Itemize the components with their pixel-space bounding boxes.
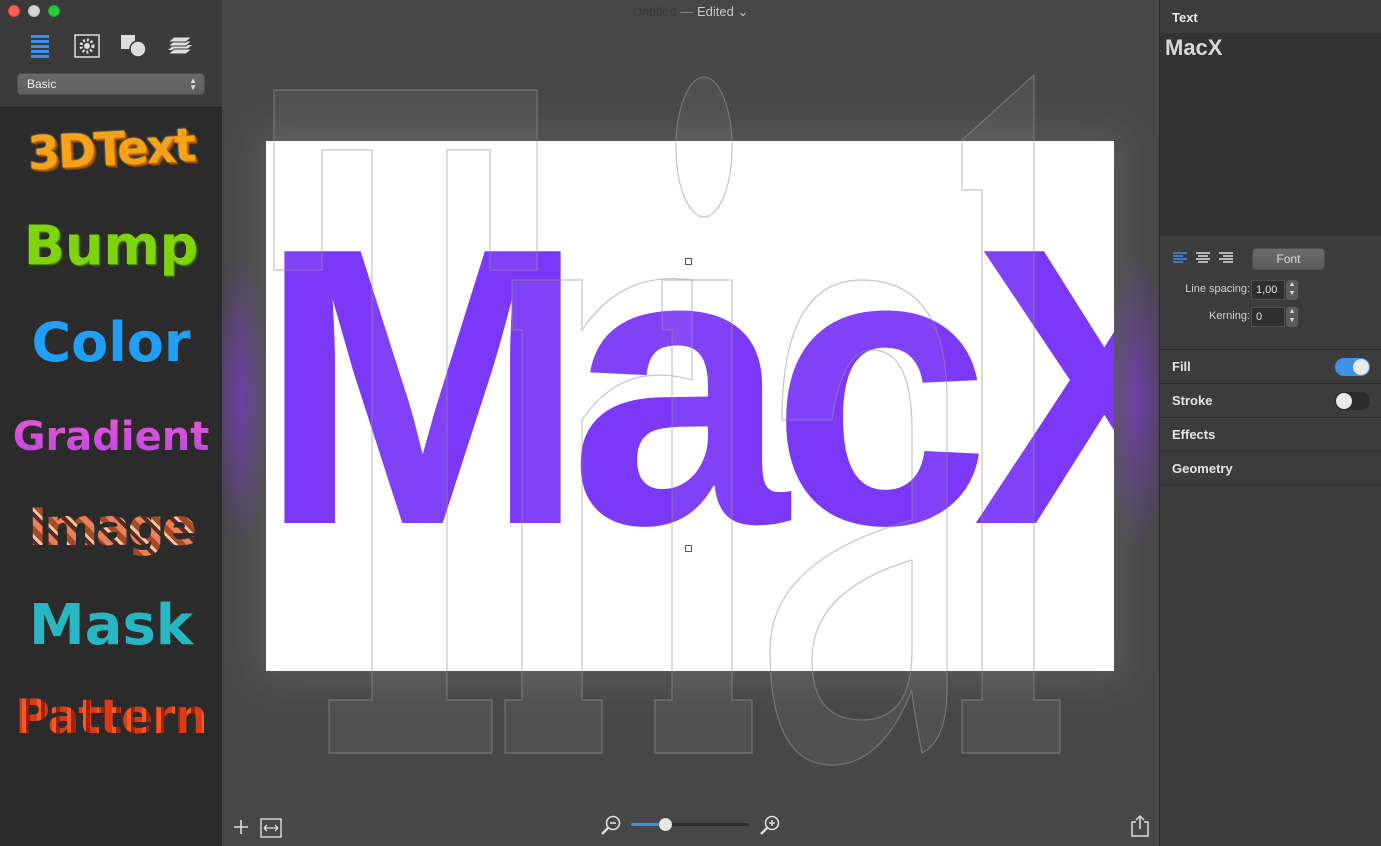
canvas-text-object[interactable]: MacX [266,189,1114,584]
style-pattern[interactable]: Pattern [0,672,222,762]
zoom-slider[interactable] [631,818,749,832]
text-section-header: Text [1172,10,1198,25]
list-icon[interactable] [27,33,55,59]
title-separator: — [680,4,694,19]
layers-icon[interactable] [166,33,194,59]
zoom-in-icon[interactable] [759,814,781,836]
effects-section[interactable]: Effects [1160,417,1381,451]
sidebar-toolbar: Basic ▲ ▼ [0,0,222,108]
select-arrows-icon: ▲ ▼ [189,76,197,92]
document-name: Untitled [632,4,677,19]
kerning-stepper[interactable]: ▲ ▼ [1286,307,1298,327]
zoom-out-icon[interactable] [600,814,622,836]
style-gradient-label: Gradient [12,414,210,460]
style-3dtext[interactable]: 3DText [0,98,224,199]
stroke-toggle[interactable] [1335,392,1370,410]
fit-width-icon[interactable] [260,818,282,838]
line-spacing-field[interactable]: 1,00 [1251,280,1285,300]
preset-category-select[interactable]: Basic ▲ ▼ [17,73,205,95]
zoom-window-button[interactable] [48,5,60,17]
style-gradient[interactable]: Gradient [0,392,222,482]
minimize-window-button[interactable] [28,5,40,17]
stroke-toggle-knob [1336,393,1352,409]
kerning-label: Kerning: [1209,310,1250,322]
fill-label: Fill [1172,359,1191,374]
shapes-icon[interactable] [119,33,147,59]
stroke-label: Stroke [1172,393,1213,408]
style-bump[interactable]: Bump [0,200,222,290]
style-pattern-label: Pattern [15,689,207,745]
fill-section[interactable]: Fill [1160,349,1381,383]
style-3dtext-label: 3DText [26,117,196,181]
line-spacing-stepper[interactable]: ▲ ▼ [1286,280,1298,300]
window-title[interactable]: Untitled — Edited ⌄ [222,4,1159,20]
add-icon[interactable] [232,818,250,836]
document-status: Edited [696,4,734,19]
chevron-down-icon: ⌄ [737,4,749,19]
text-content-field[interactable]: MacX [1160,33,1381,236]
artboard-canvas[interactable]: MacX [266,141,1114,671]
style-bump-label: Bump [23,213,199,277]
line-spacing-label: Line spacing: [1185,283,1250,295]
align-left-icon[interactable] [1172,250,1188,266]
style-color-label: Color [31,310,191,374]
align-center-icon[interactable] [1195,250,1211,266]
resize-handle-top[interactable] [685,258,692,265]
zoom-slider-knob[interactable] [659,818,673,831]
text-shadow-glow-left [222,250,270,550]
fill-toggle[interactable] [1335,358,1370,376]
effects-label: Effects [1172,427,1216,442]
geometry-section[interactable]: Geometry [1160,451,1381,485]
style-mask[interactable]: Mask [0,580,222,670]
align-right-icon[interactable] [1218,250,1234,266]
style-image-label: Image [27,498,195,558]
font-button[interactable]: Font [1252,248,1325,270]
close-window-button[interactable] [8,5,20,17]
document-area: Untitled — Edited ⌄ MacX [222,0,1159,846]
share-icon[interactable] [1129,814,1151,838]
styles-sidebar: Basic ▲ ▼ 3DText Bump Color Gradient Imag… [0,0,222,846]
style-image[interactable]: Image [0,483,222,573]
resize-handle-bottom[interactable] [685,545,692,552]
style-color[interactable]: Color [0,297,222,387]
kerning-field[interactable]: 0 [1251,307,1285,327]
gear-icon[interactable] [73,33,101,59]
fill-toggle-knob [1353,359,1369,375]
preset-select-value: Basic [27,77,57,91]
stroke-section[interactable]: Stroke [1160,383,1381,417]
inspector-panel: Text MacX Font Line spacing: 1,00 ▲ ▼ Ker… [1159,0,1381,846]
geometry-label: Geometry [1172,461,1233,476]
style-mask-label: Mask [28,592,194,658]
